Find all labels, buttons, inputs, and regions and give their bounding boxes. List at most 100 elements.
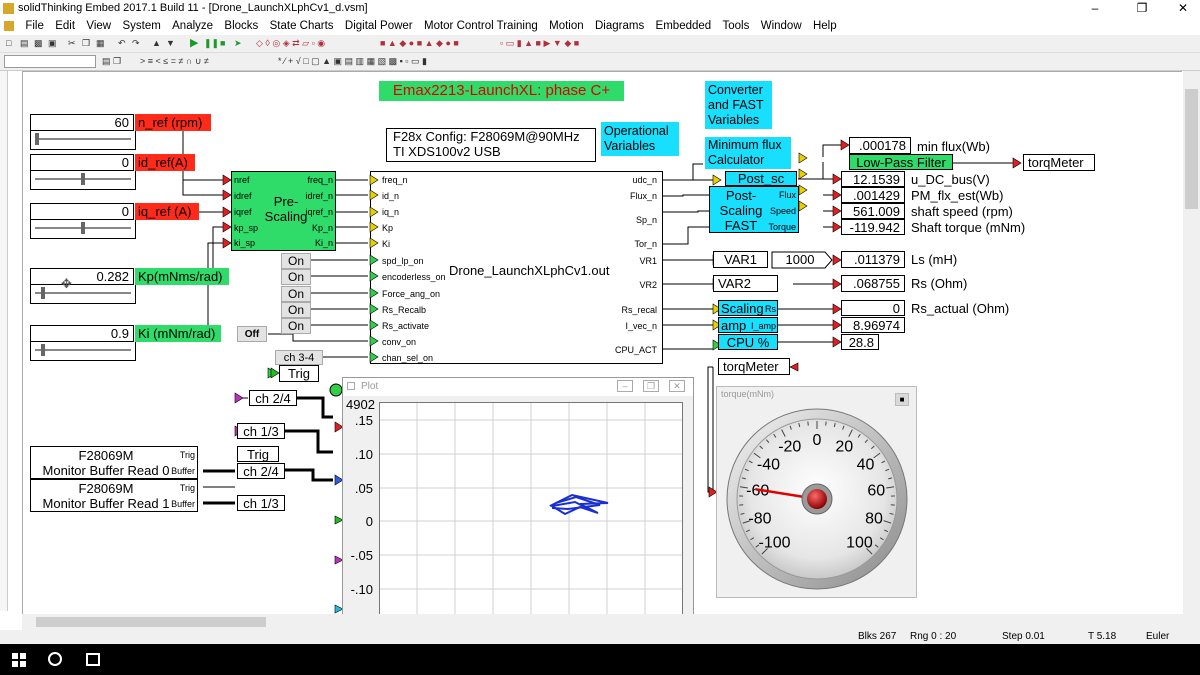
- readout-shaft-torque-label: Shaft torque (mNm): [911, 220, 1026, 235]
- plot-minimize-icon[interactable]: –: [617, 380, 633, 392]
- window-title: solidThinking Embed 2017.1 Build 11 - [D…: [18, 2, 368, 14]
- scaling-label: Scaling: [721, 301, 764, 316]
- low-pass-filter-block[interactable]: Low-Pass Filter: [849, 154, 953, 170]
- readout-rs: .068755: [841, 275, 905, 292]
- run-icon[interactable]: ▶: [190, 37, 198, 50]
- menu-tools[interactable]: Tools: [723, 18, 750, 35]
- plot-restore-icon[interactable]: ❐: [643, 380, 659, 392]
- plot-window-icon: [347, 382, 355, 390]
- search-icon[interactable]: [48, 652, 62, 666]
- plot-area[interactable]: [379, 402, 683, 620]
- menu-file[interactable]: File: [25, 18, 44, 35]
- horizontal-scroll-thumb[interactable]: [36, 617, 266, 627]
- gauge-close-icon[interactable]: ■: [895, 393, 909, 406]
- plot-title-bar: Plot – ❐ ✕: [343, 378, 693, 396]
- menu-help[interactable]: Help: [813, 18, 837, 35]
- horizontal-scrollbar[interactable]: [22, 614, 1200, 630]
- step-up-icon[interactable]: ▲: [152, 37, 161, 50]
- post-fast-flux-port: Flux: [778, 190, 796, 200]
- plot-ytick: .10: [354, 447, 373, 462]
- minimize-icon[interactable]: –: [1080, 1, 1110, 15]
- var1-block[interactable]: VAR1: [713, 251, 768, 268]
- vertical-scroll-thumb[interactable]: [1185, 89, 1198, 209]
- readout-rs-actual: 0: [841, 300, 905, 316]
- save-icon[interactable]: ▩: [34, 37, 43, 50]
- monitor-buffer-0[interactable]: F28069M Monitor Buffer Read 0 Trig Buffe…: [30, 446, 198, 479]
- copy-icon[interactable]: ❐: [82, 37, 90, 50]
- gauge-label: 20: [835, 439, 853, 456]
- new-icon[interactable]: □: [6, 37, 11, 50]
- ch13-block-bottom[interactable]: ch 1/3: [237, 495, 285, 511]
- readout-i-amp: 8.96974: [841, 317, 905, 333]
- amp-block[interactable]: amp I_amp: [718, 317, 778, 333]
- torqmeter-output-block[interactable]: torqMeter: [1023, 154, 1095, 171]
- gauge-label: 100: [846, 534, 873, 551]
- redo-icon[interactable]: ↷: [132, 37, 140, 50]
- monitor-buffer-1[interactable]: F28069M Monitor Buffer Read 1 Trig Buffe…: [30, 479, 198, 512]
- scaling-block[interactable]: Scaling Rs: [718, 300, 778, 316]
- menu-diagrams[interactable]: Diagrams: [595, 18, 644, 35]
- menu-window[interactable]: Window: [761, 18, 802, 35]
- menu-blocks[interactable]: Blocks: [224, 18, 258, 35]
- paste-icon[interactable]: ▦: [96, 37, 105, 50]
- print-icon[interactable]: ▣: [48, 37, 57, 50]
- maximize-icon[interactable]: ❐: [1127, 1, 1157, 15]
- menu-motion[interactable]: Motion: [549, 18, 584, 35]
- stop-icon[interactable]: ■: [220, 37, 225, 50]
- menu-analyze[interactable]: Analyze: [172, 18, 213, 35]
- block-search-input[interactable]: [4, 55, 96, 68]
- readout-ls: .011379: [841, 251, 905, 268]
- status-step: Step 0.01: [1002, 631, 1045, 642]
- vertical-scrollbar[interactable]: [1183, 71, 1200, 614]
- cut-icon[interactable]: ✂: [68, 37, 76, 50]
- readout-shaft-torque: -119.942: [841, 219, 905, 235]
- plot-trace: [549, 493, 609, 516]
- menu-digital-power[interactable]: Digital Power: [345, 18, 413, 35]
- gain-block[interactable]: 1000: [775, 251, 825, 268]
- plot-grid: [380, 403, 682, 619]
- ch24-block-bottom[interactable]: ch 2/4: [237, 463, 285, 479]
- pause-icon[interactable]: ❚❚: [204, 37, 219, 50]
- post-scaling-fast-block[interactable]: Post-Scaling FAST Flux Speed Torque: [709, 186, 799, 233]
- math-tools-icon[interactable]: * ⁄ + √ □ ▢ ▲ ▣ ▤ ▥ ▦ ▧ ▩ ▪ ▫ ▭ ▮: [278, 55, 427, 68]
- post-sc-block[interactable]: Post_sc: [725, 171, 797, 186]
- trig-block-top[interactable]: Trig: [279, 365, 319, 382]
- cpu-block[interactable]: CPU %: [718, 334, 778, 350]
- var2-block[interactable]: VAR2: [713, 275, 778, 292]
- main-toolbar: □ ▤ ▩ ▣ ✂ ❐ ▦ ↶ ↷ ▲ ▼ ▶ ❚❚ ■ ➤ ◇ ◊ ◎ ◈ ⇄…: [0, 35, 1200, 53]
- logic-tools-icon[interactable]: > ≡ < ≤ = ≠ ∩ ∪ ≠: [140, 55, 209, 68]
- plot-close-icon[interactable]: ✕: [669, 380, 685, 392]
- doc-icon[interactable]: [4, 20, 14, 31]
- zoom-tools-icon[interactable]: ▤ ❐: [102, 55, 121, 68]
- menu-state-charts[interactable]: State Charts: [270, 18, 334, 35]
- monitor1-line1: F28069M: [78, 481, 134, 496]
- windows-start-icon[interactable]: [12, 653, 26, 667]
- discrete-tools-icon[interactable]: ▫ ▭ ▮ ▲ ■ ▶ ▼ ◆ ■: [500, 37, 579, 50]
- readout-min-flux: .000178: [849, 137, 911, 154]
- step-down-icon[interactable]: ▼: [166, 37, 175, 50]
- task-view-icon[interactable]: [86, 653, 100, 666]
- continue-icon[interactable]: ➤: [234, 37, 242, 50]
- ch24-block-top[interactable]: ch 2/4: [249, 390, 297, 406]
- close-icon[interactable]: ✕: [1168, 1, 1198, 15]
- ch13-block-top[interactable]: ch 1/3: [237, 423, 285, 439]
- taskbar: [0, 644, 1200, 675]
- torque-gauge-window[interactable]: torque(mNm) ■ -100 -80 -60 -40 -20 0 20 40 60 80 1…: [716, 386, 917, 598]
- post-scaling-fast-label: Post-Scaling FAST: [719, 188, 763, 233]
- undo-icon[interactable]: ↶: [118, 37, 126, 50]
- readout-pm-flx: .001429: [841, 187, 905, 203]
- menu-bar: File Edit View System Analyze Blocks Sta…: [0, 18, 1200, 35]
- torqmeter-input-block[interactable]: torqMeter: [718, 358, 790, 375]
- readout-udc-bus-label: u_DC_bus(V): [911, 172, 990, 187]
- trig-block-bottom[interactable]: Trig: [237, 446, 279, 462]
- menu-system[interactable]: System: [122, 18, 160, 35]
- menu-view[interactable]: View: [86, 18, 111, 35]
- open-icon[interactable]: ▤: [20, 37, 29, 50]
- block-tools-icon[interactable]: ◇ ◊ ◎ ◈ ⇄ ▱ ▫ ◉: [256, 37, 325, 50]
- menu-motor-control-training[interactable]: Motor Control Training: [424, 18, 538, 35]
- plot-window[interactable]: Plot – ❐ ✕ 4902 .15 .10 .05 0 -.05 -.10: [342, 377, 694, 620]
- menu-edit[interactable]: Edit: [55, 18, 75, 35]
- plot-ytick: .05: [354, 481, 373, 496]
- embedded-tools-icon[interactable]: ■ ▲ ◆ ● ■ ▲ ◆ ● ■: [380, 37, 459, 50]
- menu-embedded[interactable]: Embedded: [656, 18, 712, 35]
